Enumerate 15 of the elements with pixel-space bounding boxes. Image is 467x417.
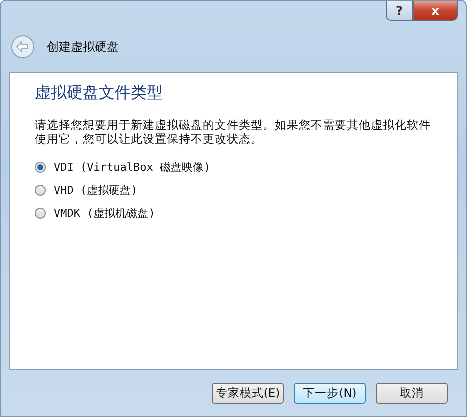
description-text: 请选择您想要用于新建虚拟磁盘的文件类型。如果您不需要其他虚拟化软件使用它，您可以让此设置保持不更改状态。	[35, 118, 432, 146]
format-option[interactable]: VHD (虚拟硬盘)	[35, 183, 437, 198]
help-button[interactable]: ?	[386, 1, 413, 21]
back-icon[interactable]	[11, 35, 35, 59]
window-title: 创建虚拟硬盘	[47, 38, 119, 56]
radio-button[interactable]	[35, 208, 46, 219]
dialog-button[interactable]: 取消	[376, 382, 448, 404]
page-heading: 虚拟硬盘文件类型	[35, 83, 164, 104]
radio-button[interactable]	[35, 162, 46, 173]
radio-button[interactable]	[35, 185, 46, 196]
dialog-button[interactable]: 下一步(N)	[294, 382, 366, 404]
format-option[interactable]: VMDK (虚拟机磁盘)	[35, 206, 437, 221]
close-button[interactable]: x	[413, 1, 458, 21]
format-option[interactable]: VDI (VirtualBox 磁盘映像)	[35, 160, 437, 175]
dialog-button[interactable]: 专家模式(E)	[212, 382, 284, 404]
